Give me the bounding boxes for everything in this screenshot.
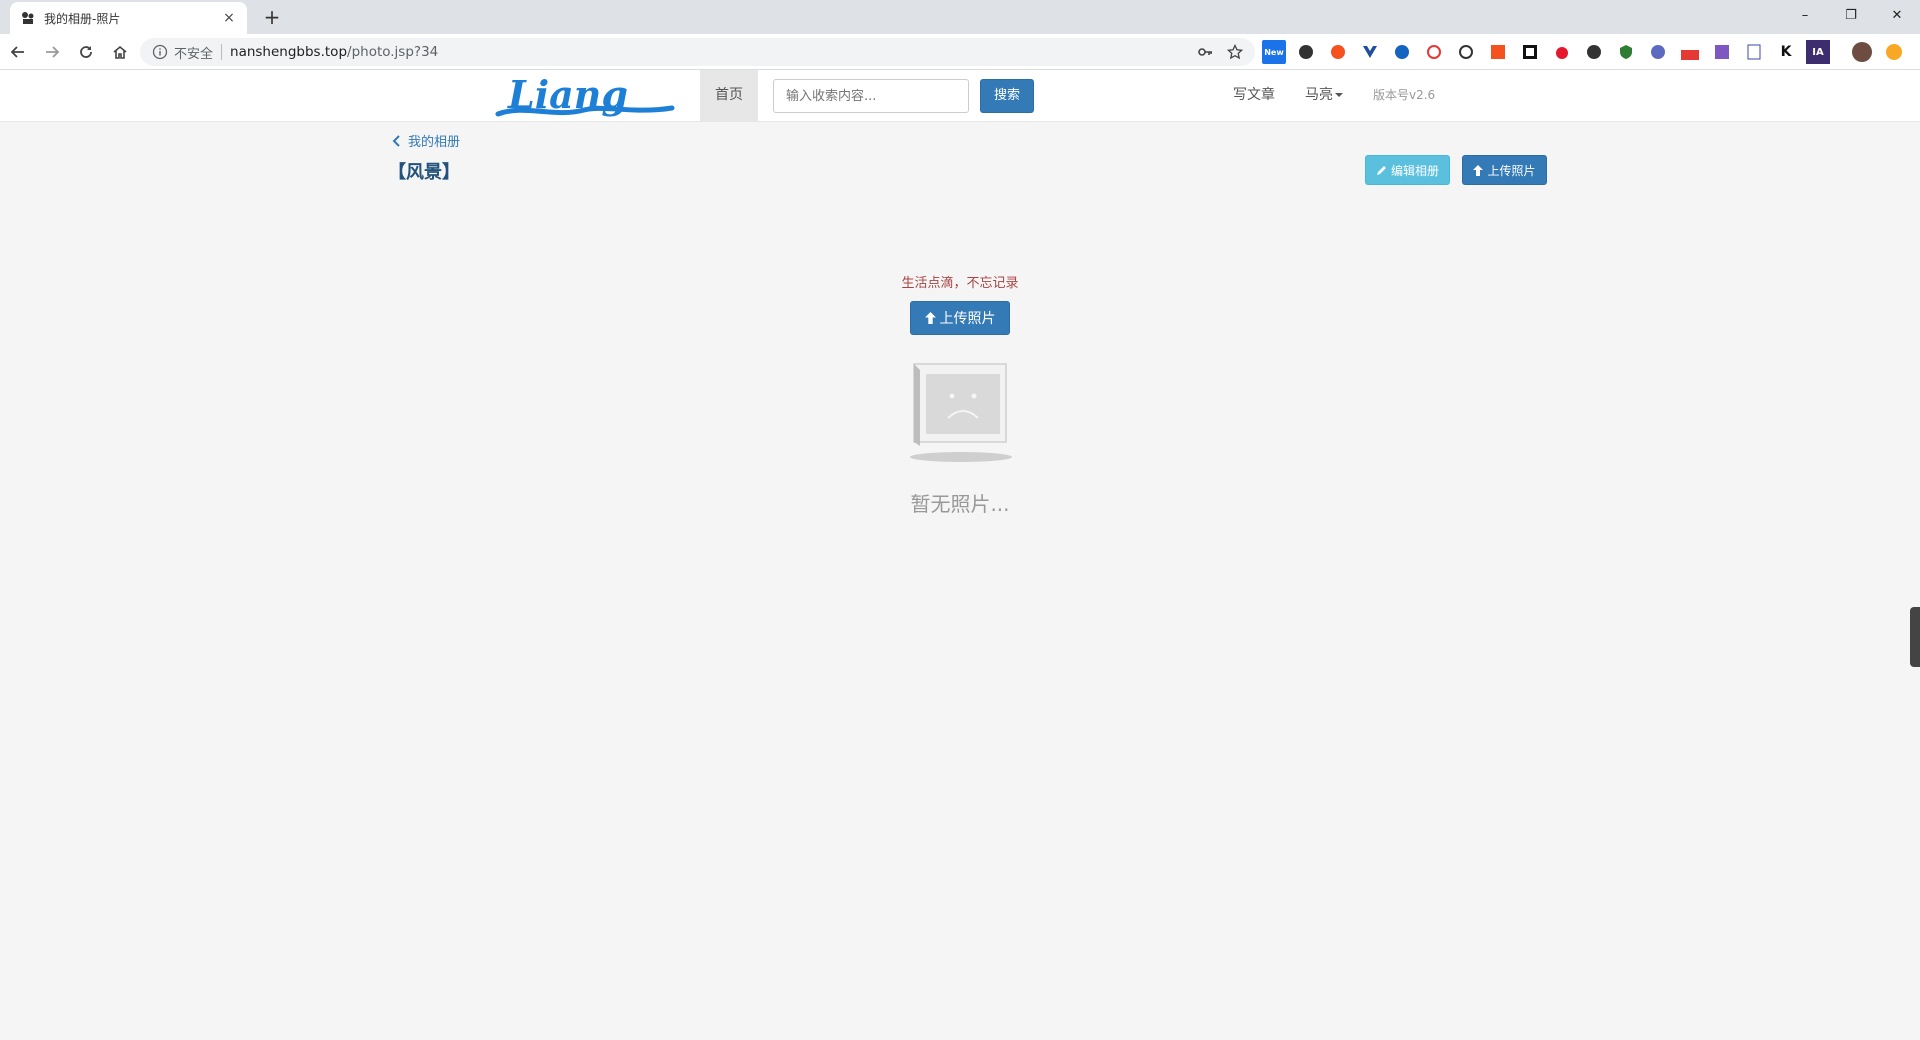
version-label: 版本号v2.6 bbox=[1373, 88, 1436, 102]
infinity-extension-icon[interactable] bbox=[1326, 40, 1350, 64]
ia-extension-icon[interactable]: IA bbox=[1806, 40, 1830, 64]
browser-tabstrip: 我的相册-照片 × + – ❐ ✕ bbox=[0, 0, 1920, 34]
security-label: 不安全 bbox=[174, 46, 214, 62]
tab-title: 我的相册-照片 bbox=[44, 11, 121, 26]
window-controls: – ❐ ✕ bbox=[1782, 0, 1920, 30]
square-extension-icon[interactable] bbox=[1518, 40, 1542, 64]
info-icon[interactable] bbox=[152, 44, 168, 60]
site-navbar: Liang 首页 搜索 写文章 马亮 版本号v2.6 bbox=[0, 70, 1920, 122]
back-to-albums-link[interactable]: 我的相册 bbox=[392, 131, 460, 150]
search-button[interactable]: 搜索 bbox=[980, 79, 1034, 113]
empty-caption: 生活点滴，不忘记录 bbox=[901, 276, 1019, 291]
edit-album-button[interactable]: 编辑相册 bbox=[1365, 155, 1450, 185]
album-title: 【风景】 bbox=[388, 162, 460, 183]
upload-photo-label: 上传照片 bbox=[1487, 163, 1536, 178]
pencil-icon bbox=[1376, 165, 1386, 175]
gradient-extension-icon[interactable] bbox=[1710, 40, 1734, 64]
nav-user-menu[interactable]: 马亮 bbox=[1305, 70, 1343, 121]
weibo-extension-icon[interactable] bbox=[1550, 40, 1574, 64]
site-logo[interactable]: Liang bbox=[494, 74, 679, 118]
percent-extension-icon[interactable] bbox=[1486, 40, 1510, 64]
star-icon[interactable] bbox=[1227, 44, 1243, 60]
caret-down-icon bbox=[1335, 93, 1343, 97]
reload-button[interactable] bbox=[70, 36, 102, 68]
url-host: nanshengbbs.top bbox=[230, 44, 348, 60]
news-extension-icon[interactable]: New bbox=[1262, 40, 1286, 64]
nav-home[interactable]: 首页 bbox=[700, 70, 758, 121]
omnibox-actions bbox=[1197, 44, 1243, 60]
shield-extension-icon[interactable] bbox=[1614, 40, 1638, 64]
edit-album-label: 编辑相册 bbox=[1390, 163, 1439, 178]
user-name: 马亮 bbox=[1305, 87, 1333, 103]
upload-photo-center-label: 上传照片 bbox=[939, 311, 996, 327]
browser-toolbar: 不安全 nanshengbbs.top/photo.jsp?34 New K I… bbox=[0, 34, 1920, 70]
key-icon[interactable] bbox=[1197, 44, 1213, 60]
arrow-up-icon bbox=[924, 312, 936, 324]
reload-icon bbox=[80, 45, 92, 58]
back-link-label: 我的相册 bbox=[408, 135, 461, 150]
arrow-right-icon bbox=[46, 45, 60, 58]
arrow-up-icon bbox=[1473, 164, 1484, 176]
url-path: /photo.jsp?34 bbox=[347, 44, 439, 60]
back-button[interactable] bbox=[2, 36, 34, 68]
nav-write-article[interactable]: 写文章 bbox=[1233, 70, 1275, 121]
forward-button[interactable] bbox=[36, 36, 68, 68]
address-divider bbox=[221, 44, 223, 60]
target-extension-icon[interactable] bbox=[1422, 40, 1446, 64]
new-tab-button[interactable]: + bbox=[260, 6, 284, 30]
site-favicon-icon bbox=[20, 10, 36, 26]
search-input[interactable] bbox=[773, 79, 969, 113]
off-extension-icon[interactable] bbox=[1678, 40, 1702, 64]
vue-extension-icon[interactable] bbox=[1358, 40, 1382, 64]
moon-extension-icon[interactable] bbox=[1582, 40, 1606, 64]
note-extension-icon[interactable] bbox=[1742, 40, 1766, 64]
empty-state-text: 暂无照片... bbox=[910, 492, 1010, 516]
chevron-left-icon bbox=[392, 134, 400, 147]
check-extension-icon[interactable] bbox=[1646, 40, 1670, 64]
tab-close-icon[interactable]: × bbox=[221, 10, 237, 26]
update-alert-icon[interactable] bbox=[1882, 40, 1906, 64]
side-scroll-handle[interactable] bbox=[1910, 607, 1920, 667]
grammarly-extension-icon[interactable] bbox=[1294, 40, 1318, 64]
arrow-left-icon bbox=[10, 45, 24, 58]
no-photo-sad-face-icon bbox=[910, 363, 1012, 462]
profile-avatar-icon[interactable] bbox=[1850, 40, 1874, 64]
upload-photo-button[interactable]: 上传照片 bbox=[1462, 155, 1547, 185]
address-bar[interactable]: 不安全 nanshengbbs.top/photo.jsp?34 bbox=[140, 38, 1255, 66]
upload-photo-center-button[interactable]: 上传照片 bbox=[910, 301, 1010, 335]
minimize-button[interactable]: – bbox=[1782, 0, 1828, 30]
speed-extension-icon[interactable] bbox=[1454, 40, 1478, 64]
browser-tab[interactable]: 我的相册-照片 × bbox=[10, 2, 247, 34]
k-extension-icon[interactable]: K bbox=[1774, 40, 1798, 64]
logo-text: Liang bbox=[507, 74, 628, 117]
extensions-bar: New K IA bbox=[1262, 38, 1906, 66]
restore-button[interactable]: ❐ bbox=[1828, 0, 1874, 30]
home-button[interactable] bbox=[104, 36, 136, 68]
home-icon bbox=[113, 45, 127, 59]
close-window-button[interactable]: ✕ bbox=[1874, 0, 1920, 30]
at-extension-icon[interactable] bbox=[1390, 40, 1414, 64]
